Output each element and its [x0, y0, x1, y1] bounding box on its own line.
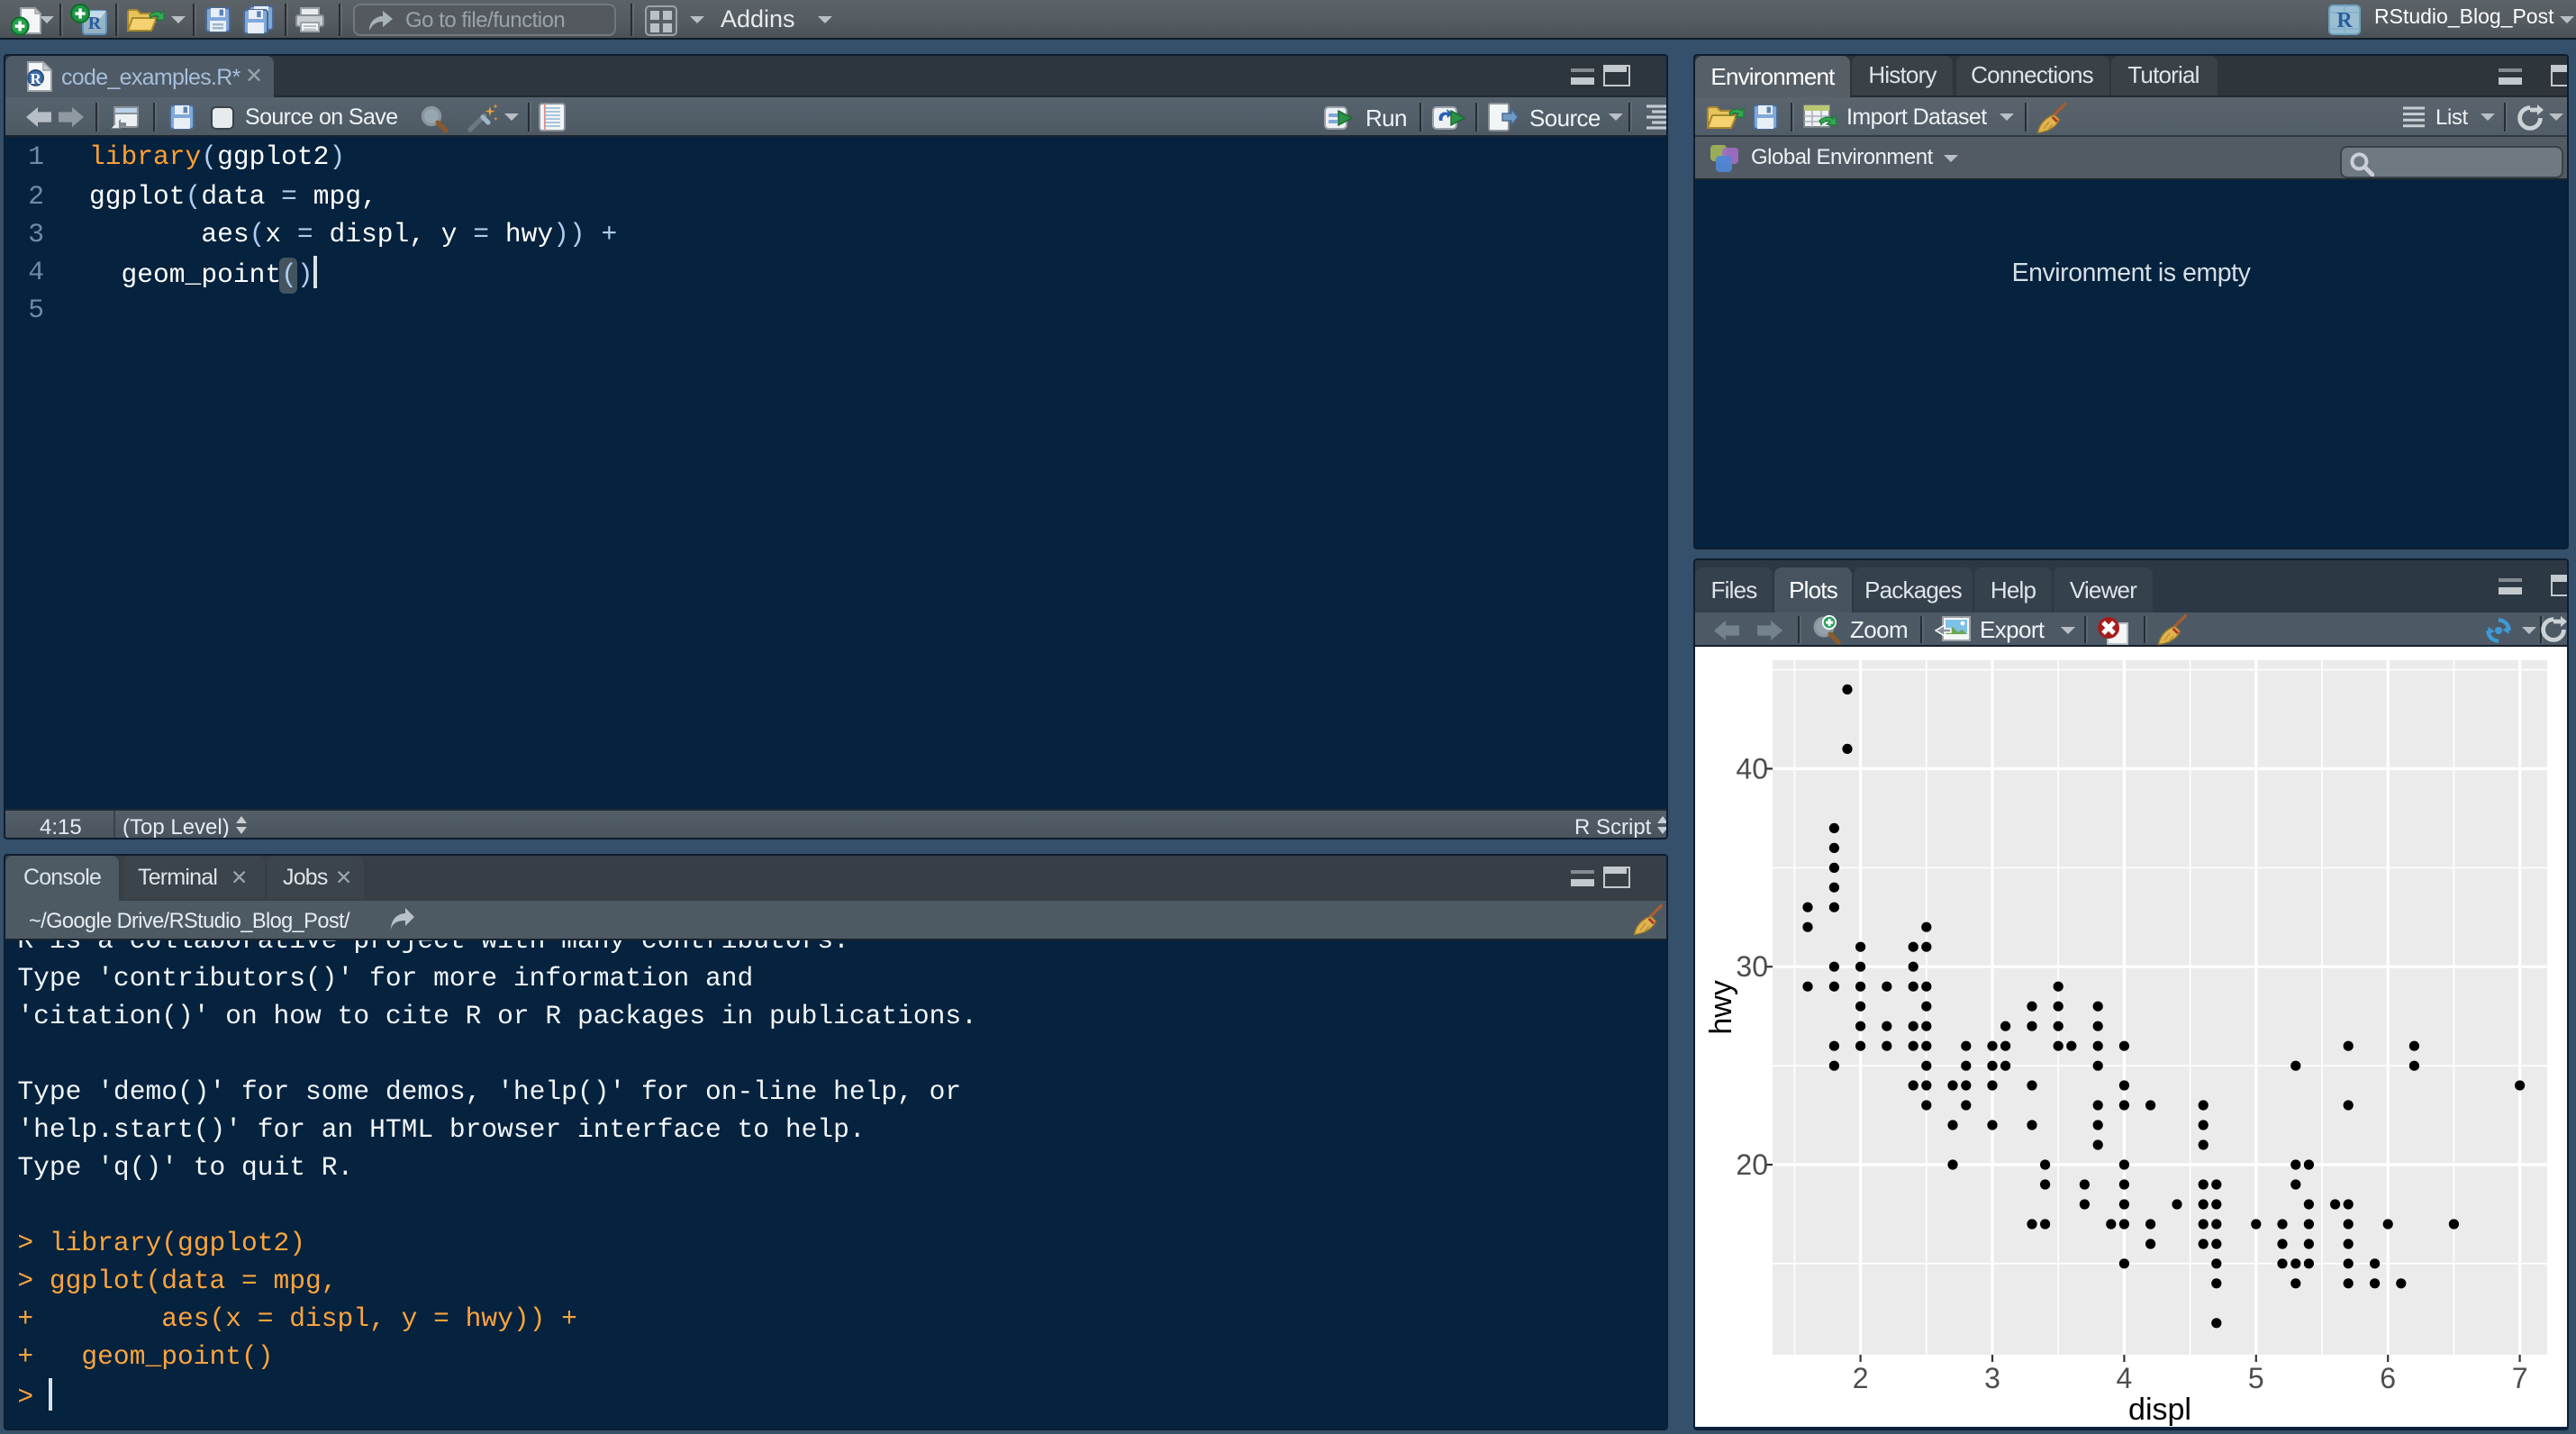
svg-text:3: 3 — [1984, 1362, 2000, 1394]
svg-text:4: 4 — [2117, 1362, 2133, 1394]
svg-text:hwy: hwy — [1704, 980, 1738, 1034]
svg-text:30: 30 — [1736, 950, 1768, 983]
svg-text:20: 20 — [1736, 1148, 1768, 1181]
svg-text:R: R — [2336, 9, 2353, 32]
svg-text:2: 2 — [1853, 1362, 1869, 1394]
svg-text:displ: displ — [2128, 1393, 2191, 1427]
svg-text:7: 7 — [2512, 1362, 2528, 1394]
svg-text:R: R — [88, 14, 102, 33]
svg-text:5: 5 — [2248, 1362, 2264, 1394]
svg-text:R: R — [30, 70, 41, 87]
svg-text:40: 40 — [1736, 752, 1768, 785]
svg-text:6: 6 — [2380, 1362, 2396, 1394]
